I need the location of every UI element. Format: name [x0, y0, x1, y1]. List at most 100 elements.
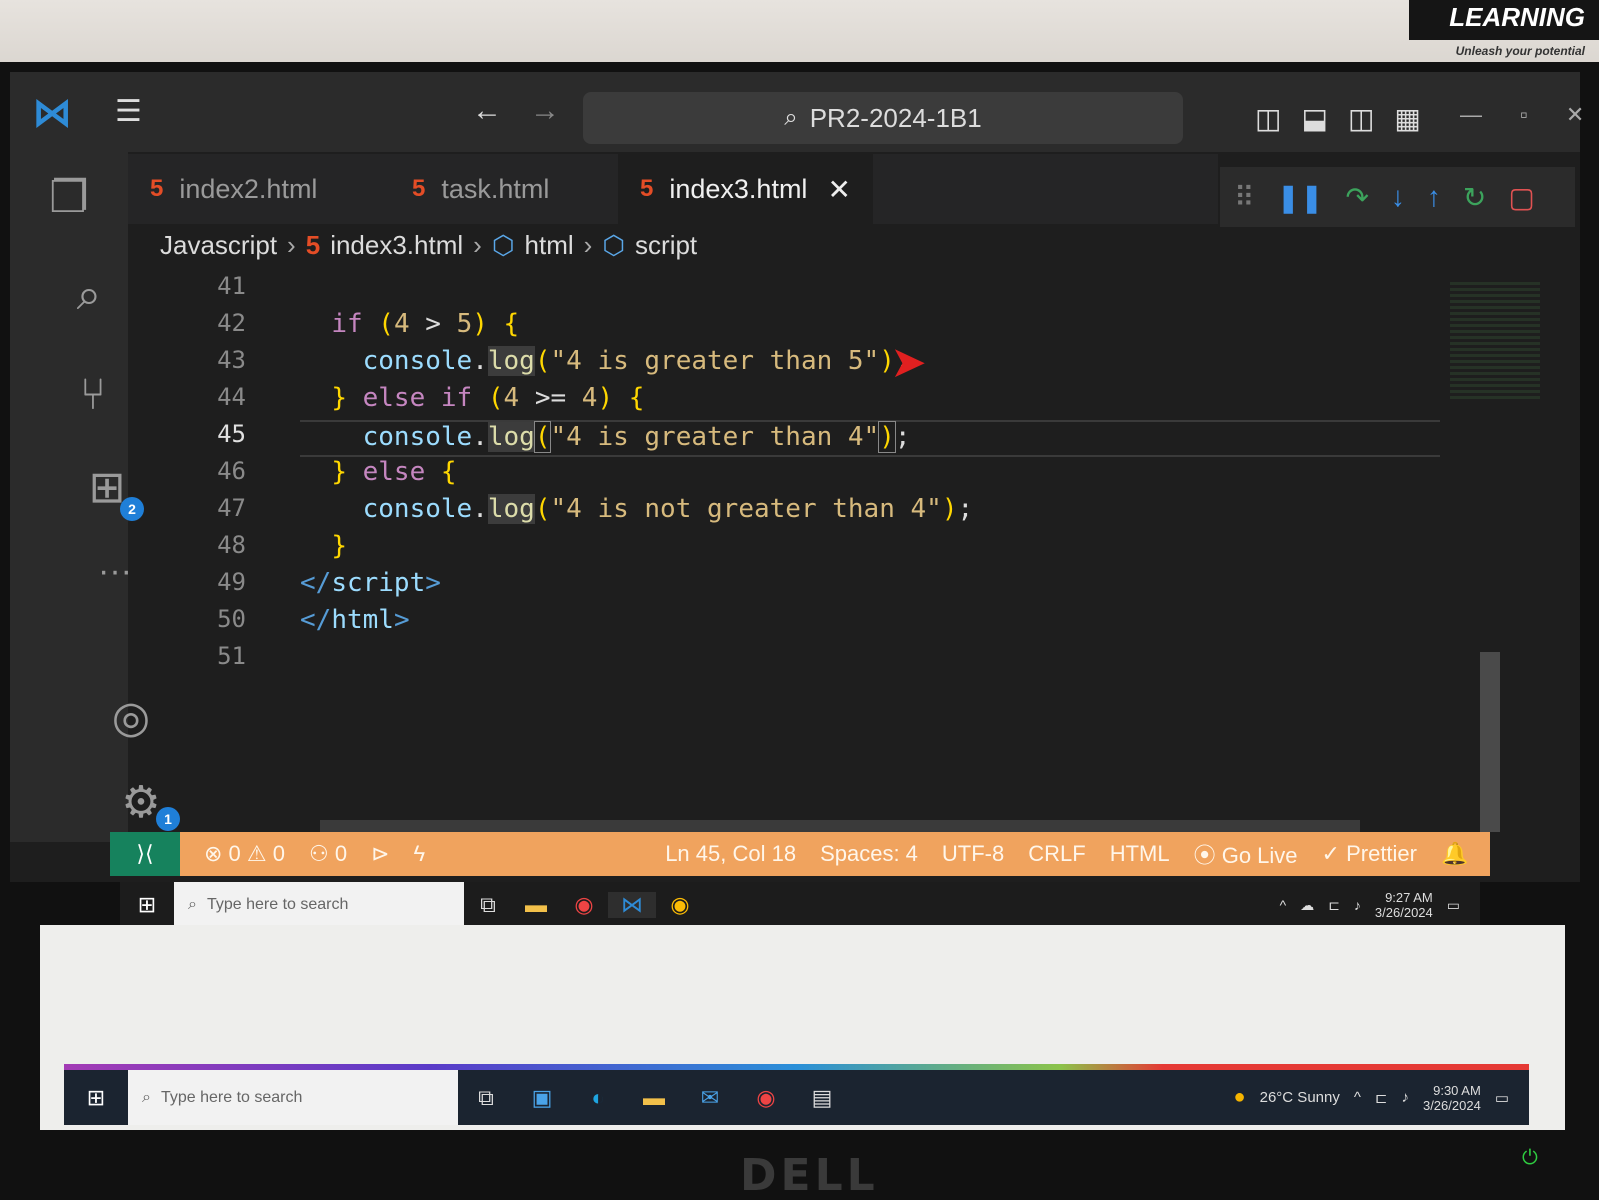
window-controls: — ▫ ✕	[1460, 102, 1584, 128]
customize-layout-icon[interactable]: ▦	[1394, 102, 1420, 135]
clock-time: 9:27 AM	[1385, 890, 1433, 905]
code-line: } else if (4 >= 4) {	[331, 383, 645, 413]
restore-icon[interactable]: ▫	[1520, 102, 1528, 128]
file-explorer-icon[interactable]: ▬	[512, 892, 560, 918]
clock-time: 9:30 AM	[1433, 1082, 1481, 1098]
file-explorer-icon[interactable]: ▬	[626, 1085, 682, 1111]
tab-index3[interactable]: 5 index3.html ✕	[618, 154, 873, 224]
debug-toolbar: ⠿ ❚❚ ↷ ↓ ↑ ↻ ▢	[1220, 167, 1575, 227]
toggle-sidebar-icon[interactable]: ◫	[1255, 102, 1281, 135]
code-line: console.log("4 is greater than 5");	[362, 346, 911, 376]
onedrive-icon[interactable]: ☁	[1300, 897, 1314, 914]
vertical-scrollbar[interactable]	[1480, 652, 1500, 832]
restart-icon[interactable]: ↻	[1463, 181, 1486, 214]
mouse-pointer-icon: ➤	[890, 338, 927, 387]
task-view-icon[interactable]: ⧉	[458, 1085, 514, 1111]
hamburger-menu-icon[interactable]: ☰	[115, 94, 142, 129]
tab-index2[interactable]: 5 index2.html	[128, 154, 339, 224]
more-icon[interactable]: ···	[80, 552, 150, 591]
code-line: } else {	[331, 457, 457, 487]
network-icon[interactable]: ⊏	[1375, 1089, 1388, 1107]
run-icon[interactable]: ⊳	[371, 841, 389, 867]
drag-handle-icon[interactable]: ⠿	[1234, 181, 1255, 214]
windows-start-icon[interactable]: ⊞	[120, 892, 174, 918]
layout-controls: ◫ ⬓ ◫ ▦	[1255, 102, 1421, 135]
code-editor[interactable]: 41 42 43 44 45 46 47 48 49 50 51 if (4 > 5) { cons…	[160, 272, 1440, 822]
mail-icon[interactable]: ✉	[682, 1085, 738, 1111]
notification-icon[interactable]: ▭	[1447, 897, 1460, 914]
line-ending[interactable]: CRLF	[1028, 841, 1085, 867]
breadcrumb-file[interactable]: index3.html	[330, 230, 463, 261]
symbol-cube-icon: ⬡	[491, 230, 515, 260]
taskbar-search[interactable]: ⌕ Type here to search	[128, 1070, 458, 1125]
indentation[interactable]: Spaces: 4	[820, 841, 918, 867]
minimize-icon[interactable]: —	[1460, 102, 1482, 128]
editor-tabs: 5 index2.html 5 task.html 5 index3.html …	[128, 154, 1218, 224]
line-number: 46	[217, 457, 246, 485]
tray-chevron-icon[interactable]: ^	[1280, 897, 1287, 913]
go-live-button[interactable]: ⦿ Go Live	[1194, 838, 1298, 870]
volume-icon[interactable]: ♪	[1354, 897, 1361, 913]
code-area[interactable]: if (4 > 5) { console.log("4 is greater t…	[300, 272, 1440, 679]
minimap[interactable]	[1450, 282, 1540, 402]
line-number: 49	[217, 568, 246, 596]
step-over-icon[interactable]: ↷	[1345, 181, 1368, 214]
accounts-icon[interactable]: ◎	[96, 692, 166, 743]
breadcrumb-html[interactable]: html	[525, 230, 574, 261]
notifications-bell-icon[interactable]: 🔔	[1441, 841, 1468, 867]
toggle-panel-icon[interactable]: ⬓	[1301, 102, 1327, 135]
chrome-icon[interactable]: ◉	[656, 892, 704, 918]
network-icon[interactable]: ⊏	[1328, 897, 1340, 914]
html5-icon: 5	[412, 175, 426, 202]
store-icon[interactable]: ▣	[514, 1085, 570, 1111]
forward-arrow-icon[interactable]: →	[530, 94, 560, 128]
search-activity-icon[interactable]: ⌕	[54, 270, 124, 320]
explorer-icon[interactable]: ❐	[34, 172, 104, 223]
close-window-icon[interactable]: ✕	[1566, 102, 1584, 128]
weather-text[interactable]: 26°C Sunny	[1260, 1089, 1340, 1106]
chevron-right-icon: ›	[583, 230, 593, 260]
language-mode[interactable]: HTML	[1110, 841, 1170, 867]
stop-icon[interactable]: ▢	[1508, 181, 1534, 214]
back-arrow-icon[interactable]: ←	[472, 94, 502, 128]
breadcrumb-script[interactable]: script	[635, 230, 697, 261]
lightning-icon[interactable]: ϟ	[414, 841, 426, 867]
remote-taskbar: ⊞ ⌕ Type here to search ⧉ ▬ ◉ ⋈ ◉ ^ ☁ ⊏ …	[120, 882, 1480, 928]
close-tab-icon[interactable]: ✕	[827, 173, 850, 206]
chrome-icon[interactable]: ◉	[560, 892, 608, 918]
line-number: 50	[217, 605, 246, 633]
windows-start-icon[interactable]: ⊞	[64, 1085, 128, 1111]
step-out-icon[interactable]: ↑	[1427, 181, 1441, 213]
remote-indicator-icon[interactable]: ⟩⟨	[110, 832, 180, 876]
tab-task[interactable]: 5 task.html	[390, 154, 571, 224]
chrome-icon[interactable]: ◉	[738, 1085, 794, 1111]
pause-icon[interactable]: ❚❚	[1277, 181, 1324, 214]
taskbar-search[interactable]: ⌕ Type here to search	[174, 882, 464, 928]
problems-indicator[interactable]: ⊗ 0 ⚠ 0	[204, 841, 285, 867]
taskbar-clock[interactable]: 9:27 AM 3/26/2024	[1375, 890, 1433, 920]
vscode-logo-icon: ⋈	[32, 90, 72, 136]
system-tray: ^ ☁ ⊏ ♪ 9:27 AM 3/26/2024 ▭	[1280, 890, 1480, 920]
edge-icon[interactable]: ◐	[570, 1085, 626, 1111]
source-control-icon[interactable]: ⑂	[58, 370, 128, 420]
prettier-button[interactable]: ✓ Prettier	[1322, 841, 1417, 867]
encoding[interactable]: UTF-8	[942, 841, 1004, 867]
breadcrumb: Javascript › 5 index3.html › ⬡ html › ⬡ …	[160, 230, 697, 261]
taskbar-clock[interactable]: 9:30 AM 3/26/2024	[1423, 1083, 1481, 1113]
task-view-icon[interactable]: ⧉	[464, 892, 512, 918]
remote-desktop-icon[interactable]: ▤	[794, 1085, 850, 1111]
volume-icon[interactable]: ♪	[1401, 1089, 1409, 1106]
power-icon[interactable]: ⏻	[1522, 1147, 1538, 1170]
notification-icon[interactable]: ▭	[1495, 1089, 1509, 1107]
tray-chevron-icon[interactable]: ^	[1354, 1089, 1361, 1106]
vscode-window: ⋈ ☰ ← → ⌕ PR2-2024-1B1 ◫ ⬓ ◫ ▦ — ▫ ✕ ❐ ⌕…	[10, 72, 1584, 928]
ports-indicator[interactable]: ⚇ 0	[309, 841, 347, 867]
cursor-position[interactable]: Ln 45, Col 18	[665, 841, 796, 867]
command-center[interactable]: ⌕ PR2-2024-1B1	[583, 92, 1183, 144]
tab-label: index3.html	[669, 173, 808, 204]
taskbar-accent	[64, 1064, 1529, 1070]
step-into-icon[interactable]: ↓	[1391, 181, 1405, 213]
toggle-secondary-sidebar-icon[interactable]: ◫	[1348, 102, 1374, 135]
breadcrumb-folder[interactable]: Javascript	[160, 230, 277, 261]
vscode-taskbar-icon[interactable]: ⋈	[608, 892, 656, 918]
